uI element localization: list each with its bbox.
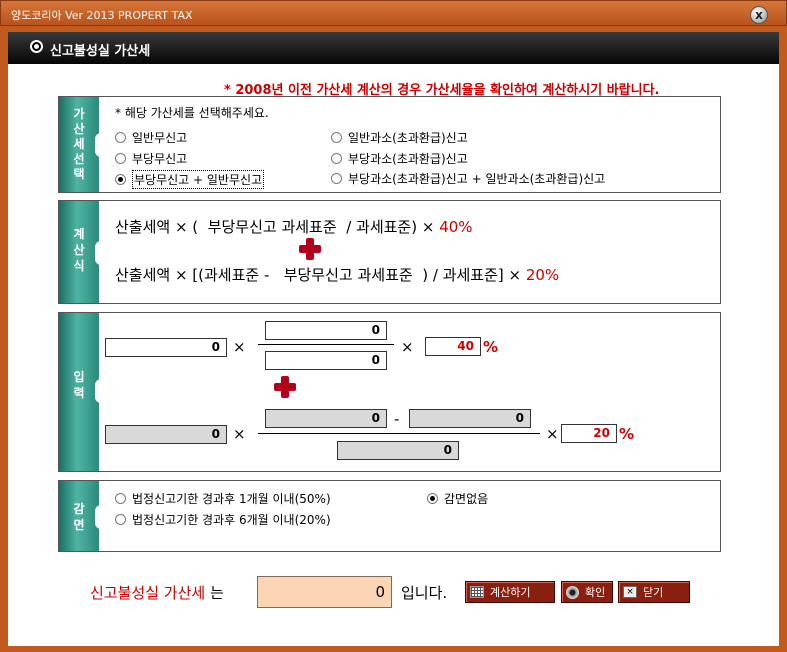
tab-char: 가 (73, 107, 85, 121)
radio-button-selected[interactable] (427, 493, 438, 504)
radio-option[interactable]: 부당무신고 (115, 150, 187, 167)
percent-sign: % (619, 425, 635, 443)
radio-label: 일반무신고 (132, 131, 188, 145)
radio-option[interactable]: 일반과소(초과환급)신고 (331, 129, 468, 146)
formula-text: 산출세액 × [(과세표준 - 부당무신고 과세표준 ) / 과세표준] × (115, 266, 526, 284)
radio-label: 감면없음 (444, 492, 489, 506)
fraction-line (258, 344, 394, 345)
tab-char: 계 (73, 227, 85, 241)
denominator-field-1[interactable]: 0 (265, 351, 387, 370)
radio-label: 부당무신고 (132, 152, 188, 166)
penalty-select-panel: 가 산 세 선 택 * 해당 가산세를 선택해주세요. 일반무신고 일반과소(초… (58, 96, 721, 193)
formula-text: 산출세액 × ( 부당무신고 과세표준 / 과세표준) × (115, 218, 440, 236)
tab-char: 산 (73, 122, 85, 136)
formula-rate: 40% (439, 218, 473, 236)
tab-reduction: 감 면 (59, 481, 103, 551)
rate-field-2[interactable]: 20 (561, 424, 617, 443)
tab-notch (95, 241, 103, 265)
reduction-panel: 감 면 법정신고기한 경과후 1개월 이내(50%) 감면없음 법정신고기한 경… (58, 480, 721, 552)
radio-button[interactable] (115, 153, 126, 164)
radio-option[interactable]: 부당과소(초과환급)신고 + 일반과소(초과환급)신고 (331, 170, 605, 187)
numerator-field-1[interactable]: 0 (265, 321, 387, 340)
window-titlebar: 양도코리아 Ver 2013 PROPERT TAX x (0, 0, 787, 26)
tab-penalty-select: 가 산 세 선 택 (59, 97, 103, 192)
page-title: 신고불성실 가산세 (50, 44, 151, 59)
tab-char: 선 (73, 152, 85, 166)
radio-button-selected[interactable] (115, 174, 126, 185)
radio-button[interactable] (115, 514, 126, 525)
fraction-line (258, 433, 540, 434)
result-label-suffix: 는 (205, 584, 224, 602)
tab-char: 입 (73, 370, 85, 384)
radio-button[interactable] (331, 153, 342, 164)
result-field[interactable]: 0 (257, 576, 392, 608)
formula-panel: 계 산 식 산출세액 × ( 부당무신고 과세표준 / 과세표준) × 40% … (58, 200, 721, 304)
formula-rate: 20% (525, 266, 560, 284)
window-title: 양도코리아 Ver 2013 PROPERT TAX (11, 9, 193, 22)
tab-input: 입 력 (59, 313, 103, 471)
calculate-button-label: 계산하기 (490, 586, 531, 599)
disc-icon (566, 585, 579, 599)
times-symbol: × (233, 338, 246, 356)
close-button-label: 닫기 (643, 586, 664, 599)
base-amount-field-2[interactable]: 0 (105, 425, 227, 444)
percent-sign: % (483, 338, 499, 356)
instruction-text: * 해당 가산세를 선택해주세요. (115, 106, 269, 120)
tab-char: 세 (73, 137, 85, 151)
radio-label: 법정신고기한 경과후 6개월 이내(20%) (132, 513, 331, 527)
radio-button[interactable] (115, 493, 126, 504)
tab-char: 면 (73, 518, 85, 532)
close-icon[interactable]: x (750, 6, 768, 24)
radio-label: 부당과소(초과환급)신고 (348, 152, 468, 166)
subtrahend-field-2[interactable]: 0 (409, 409, 531, 428)
radio-option[interactable]: 법정신고기한 경과후 6개월 이내(20%) (115, 511, 331, 528)
calculator-icon (470, 586, 484, 598)
calculate-button[interactable]: 계산하기 (465, 581, 555, 603)
tab-char: 식 (73, 259, 85, 273)
radio-label: 법정신고기한 경과후 1개월 이내(50%) (132, 492, 331, 506)
tab-notch (95, 379, 103, 403)
tab-notch (95, 505, 103, 529)
plus-icon (299, 238, 321, 260)
radio-button[interactable] (331, 132, 342, 143)
plus-icon (274, 376, 296, 398)
radio-button[interactable] (115, 132, 126, 143)
ok-button-label: 확인 (585, 586, 606, 599)
formula-line-1: 산출세액 × ( 부당무신고 과세표준 / 과세표준) × 40% (115, 216, 473, 237)
radio-label: 부당무신고 + 일반무신고 (132, 170, 265, 189)
result-label-main: 신고불성실 가산세 (90, 584, 206, 602)
times-symbol: × (546, 425, 559, 443)
denominator-field-2[interactable]: 0 (337, 441, 459, 460)
tab-char: 감 (73, 502, 85, 516)
result-label: 신고불성실 가산세 는 (90, 582, 224, 603)
ok-button[interactable]: 확인 (561, 581, 613, 603)
result-suffix: 입니다. (401, 584, 448, 602)
minus-symbol: - (394, 410, 400, 428)
close-x-icon: × (623, 586, 637, 598)
rate-field-1[interactable]: 40 (425, 337, 481, 356)
radio-label: 일반과소(초과환급)신고 (348, 131, 468, 145)
base-amount-field-1[interactable]: 0 (105, 338, 227, 357)
close-button[interactable]: × 닫기 (618, 581, 690, 603)
minuend-field-2[interactable]: 0 (265, 409, 387, 428)
times-symbol: × (233, 425, 246, 443)
radio-button[interactable] (331, 173, 342, 184)
tab-notch (95, 133, 103, 157)
section-header: 신고불성실 가산세 (8, 32, 779, 64)
radio-bullet-icon (30, 40, 43, 53)
radio-option[interactable]: 감면없음 (427, 490, 488, 507)
radio-option[interactable]: 법정신고기한 경과후 1개월 이내(50%) (115, 490, 331, 507)
tab-formula: 계 산 식 (59, 201, 103, 303)
formula-line-2: 산출세액 × [(과세표준 - 부당무신고 과세표준 ) / 과세표준] × 2… (115, 264, 559, 285)
radio-option[interactable]: 부당과소(초과환급)신고 (331, 150, 468, 167)
tab-char: 택 (73, 167, 85, 181)
tab-char: 산 (73, 243, 85, 257)
times-symbol: × (401, 338, 414, 356)
tab-char: 력 (73, 386, 85, 400)
radio-label: 부당과소(초과환급)신고 + 일반과소(초과환급)신고 (348, 172, 606, 186)
radio-option[interactable]: 일반무신고 (115, 129, 187, 146)
radio-option[interactable]: 부당무신고 + 일반무신고 (115, 170, 265, 189)
